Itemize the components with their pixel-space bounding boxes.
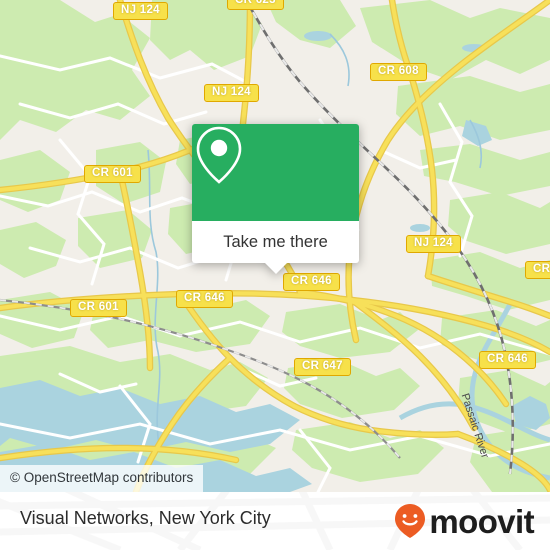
moovit-map-screenshot: NJ 124 CR 623 NJ 124 CR 608 CR 601 NJ 124 CR 6… — [0, 0, 550, 550]
moovit-pin-smiley-icon — [395, 504, 426, 538]
road-shield: CR 646 — [479, 351, 536, 369]
map-canvas[interactable]: NJ 124 CR 623 NJ 124 CR 608 CR 601 NJ 124 CR 6… — [0, 0, 550, 492]
road-shield: CR 646 — [176, 290, 233, 308]
popup-tail — [263, 262, 288, 274]
osm-attribution[interactable]: © OpenStreetMap contributors — [0, 465, 204, 492]
take-me-there-label: Take me there — [223, 232, 328, 251]
footer-bar: Visual Networks, New York City moovit — [0, 492, 550, 550]
road-shield: CR 623 — [227, 0, 284, 10]
popup-header — [192, 124, 359, 221]
popup-action[interactable]: Take me there — [192, 221, 359, 263]
take-me-there-popup[interactable]: Take me there — [192, 124, 359, 274]
road-shield: CR 601 — [70, 299, 127, 317]
road-shield: CR 601 — [84, 165, 141, 183]
map-pin-icon — [196, 126, 242, 184]
road-shield: CR 6 — [525, 261, 550, 279]
road-shield: CR 646 — [283, 273, 340, 291]
moovit-logo[interactable]: moovit — [393, 502, 535, 540]
road-shield: CR 608 — [370, 63, 427, 81]
road-shield: CR 647 — [294, 358, 351, 376]
place-title: Visual Networks, New York City — [20, 508, 271, 528]
road-shield: NJ 124 — [113, 2, 168, 20]
road-shield: NJ 124 — [204, 84, 259, 102]
moovit-wordmark: moovit — [429, 502, 534, 540]
road-shield: NJ 124 — [406, 235, 461, 253]
